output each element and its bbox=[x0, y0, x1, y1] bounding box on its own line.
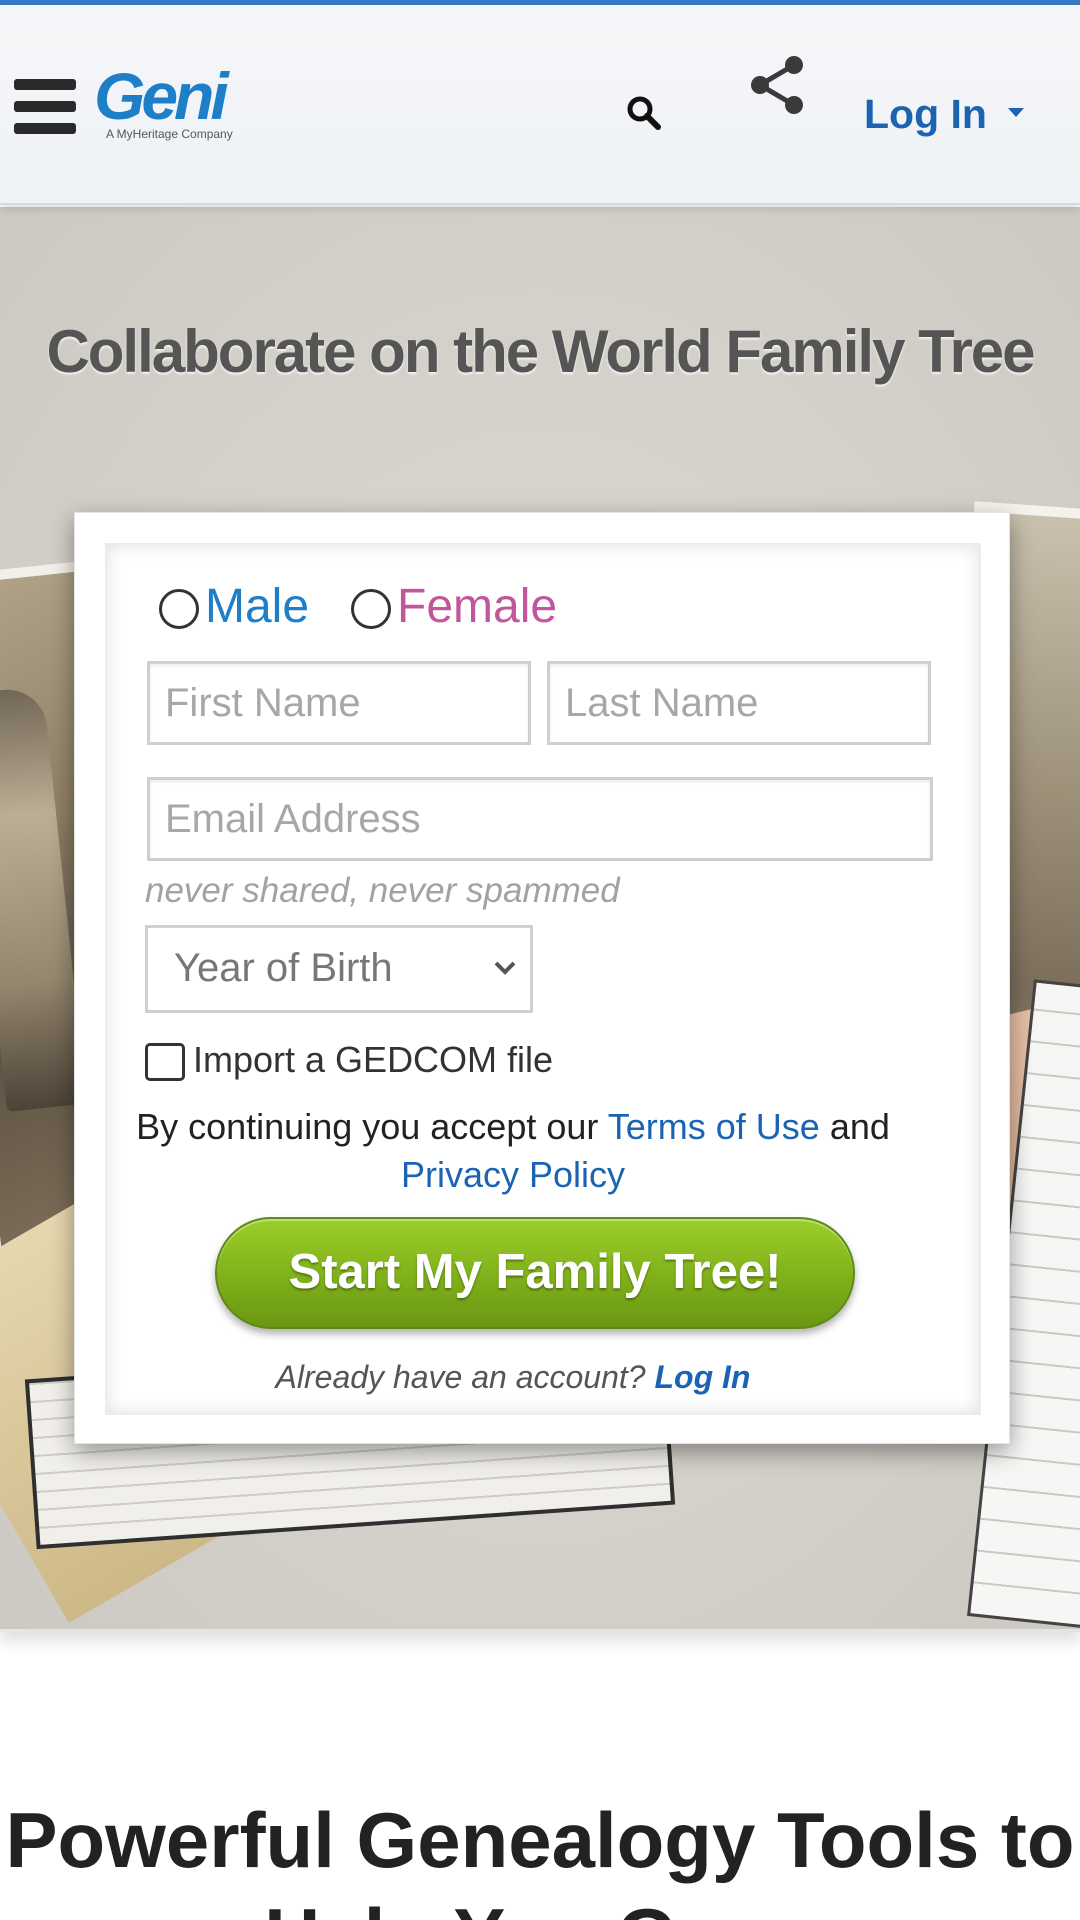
logo-tagline: A MyHeritage Company bbox=[106, 127, 233, 141]
caret-down-icon[interactable] bbox=[1008, 108, 1024, 117]
geni-logo[interactable]: Geni A MyHeritage Company bbox=[94, 61, 254, 147]
email-privacy-note: never shared, never spammed bbox=[145, 871, 620, 910]
search-icon[interactable] bbox=[624, 93, 664, 133]
logo-wordmark: Geni bbox=[94, 59, 229, 133]
male-radio[interactable] bbox=[159, 589, 199, 629]
gedcom-label[interactable]: Import a GEDCOM file bbox=[193, 1039, 553, 1081]
privacy-policy-link[interactable]: Privacy Policy bbox=[401, 1154, 625, 1195]
chevron-down-icon bbox=[494, 961, 516, 975]
terms-prefix: By continuing you accept our bbox=[136, 1106, 599, 1147]
email-field[interactable] bbox=[147, 777, 933, 861]
gedcom-checkbox[interactable] bbox=[145, 1043, 185, 1081]
female-label[interactable]: Female bbox=[397, 579, 557, 634]
menu-bar-bottom bbox=[14, 123, 76, 134]
existing-account-prompt: Already have an account? Log In bbox=[115, 1359, 911, 1396]
menu-bar-middle bbox=[14, 101, 76, 112]
male-label[interactable]: Male bbox=[205, 579, 309, 634]
terms-notice: By continuing you accept our Terms of Us… bbox=[115, 1103, 911, 1199]
menu-bar-top bbox=[14, 79, 76, 90]
signup-card: Male Female never shared, never spammed … bbox=[74, 512, 1010, 1444]
female-radio[interactable] bbox=[351, 589, 391, 629]
login-link[interactable]: Log In bbox=[654, 1359, 750, 1395]
hero-title: Collaborate on the World Family Tree bbox=[46, 318, 1035, 385]
year-of-birth-value: Year of Birth bbox=[174, 946, 393, 990]
year-of-birth-select[interactable]: Year of Birth bbox=[145, 925, 533, 1013]
last-name-field[interactable] bbox=[547, 661, 931, 745]
terms-and: and bbox=[829, 1106, 890, 1147]
start-family-tree-button[interactable]: Start My Family Tree! bbox=[215, 1217, 855, 1329]
first-name-field[interactable] bbox=[147, 661, 531, 745]
header-login-link[interactable]: Log In bbox=[864, 91, 987, 143]
site-header: Geni A MyHeritage Company Log In bbox=[0, 5, 1080, 205]
features-section-title: Powerful Genealogy Tools to Help You Gro… bbox=[5, 1796, 1075, 1920]
menu-icon[interactable] bbox=[14, 79, 76, 135]
existing-account-text: Already have an account? bbox=[275, 1359, 646, 1395]
share-icon[interactable] bbox=[748, 55, 808, 117]
terms-of-use-link[interactable]: Terms of Use bbox=[608, 1106, 820, 1147]
